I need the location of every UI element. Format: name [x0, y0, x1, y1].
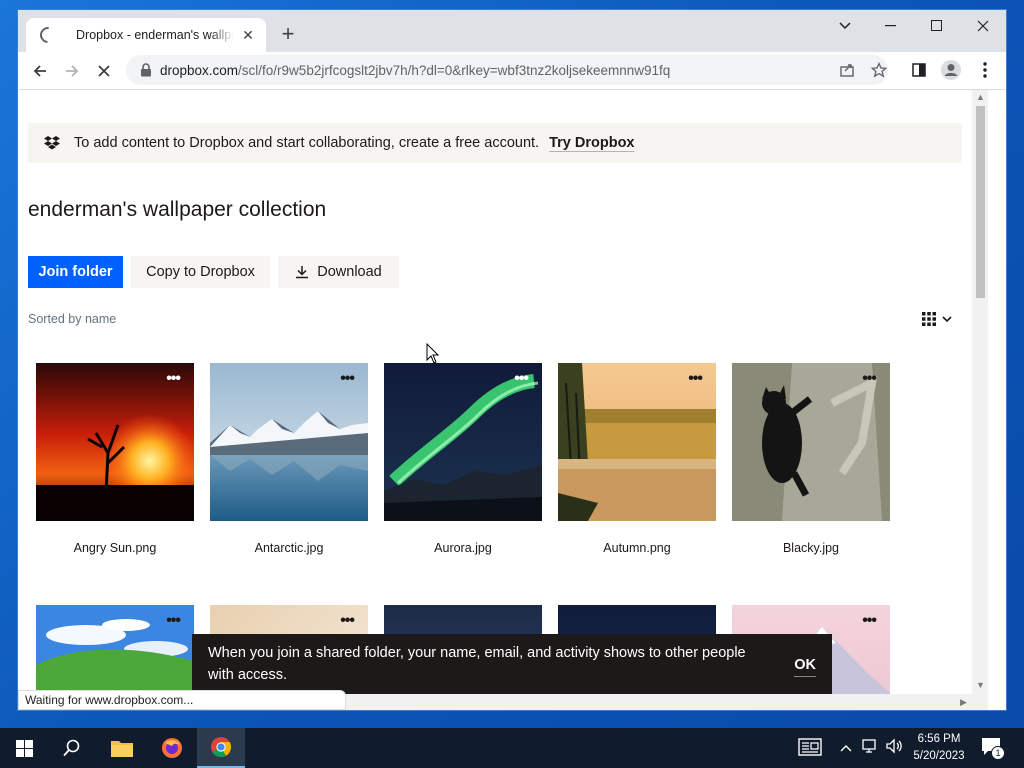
file-card-autumn[interactable]: ••• Autumn.png	[558, 363, 716, 555]
file-card-bliss[interactable]: •••	[36, 605, 194, 694]
tab-strip: Dropbox - enderman's wallpaper collectio…	[18, 10, 1006, 52]
search-icon	[63, 739, 80, 757]
network-icon[interactable]	[862, 738, 880, 757]
file-name[interactable]: Autumn.png	[558, 541, 716, 555]
clock-time: 6:56 PM	[917, 733, 961, 745]
file-name[interactable]: Aurora.jpg	[384, 541, 542, 555]
file-name[interactable]: Antarctic.jpg	[210, 541, 368, 555]
taskbar: 6:56 PM 5/20/2023 1	[0, 728, 1024, 768]
scroll-right-icon[interactable]: ▶	[960, 697, 967, 708]
address-bar[interactable]: dropbox.com/scl/fo/r9w5b2jrfcogslt2jbv7h…	[126, 55, 888, 85]
share-icon[interactable]	[838, 62, 856, 80]
maximize-icon[interactable]	[914, 10, 960, 42]
file-name[interactable]: Angry Sun.png	[36, 541, 194, 555]
file-thumbnail[interactable]: •••	[210, 363, 368, 521]
shared-folder-toast: When you join a shared folder, your name…	[192, 634, 832, 694]
tab-close-icon[interactable]: ✕	[240, 27, 256, 44]
bookmark-star-icon[interactable]	[870, 61, 888, 80]
news-widget-icon[interactable]	[798, 738, 822, 759]
sort-label[interactable]: Sorted by name	[28, 312, 116, 326]
chrome-app[interactable]	[197, 728, 245, 768]
page-content: To add content to Dropbox and start coll…	[18, 90, 972, 694]
toast-message: When you join a shared folder, your name…	[208, 645, 746, 683]
download-label: Download	[317, 264, 382, 280]
notification-center-icon[interactable]: 1	[980, 736, 1006, 760]
mouse-cursor	[426, 342, 440, 365]
lock-icon	[140, 63, 152, 77]
file-name[interactable]: Blacky.jpg	[732, 541, 890, 555]
copy-to-dropbox-button[interactable]: Copy to Dropbox	[131, 256, 270, 288]
side-panel-icon[interactable]	[904, 55, 934, 85]
signup-banner: To add content to Dropbox and start coll…	[28, 123, 962, 163]
new-tab-button[interactable]: +	[276, 22, 300, 46]
loading-spinner-icon	[36, 23, 60, 47]
chevron-down-icon	[942, 315, 952, 322]
chrome-icon	[211, 737, 232, 758]
tab-dropbox[interactable]: Dropbox - enderman's wallpaper collectio…	[26, 18, 266, 52]
toast-ok-button[interactable]: OK	[794, 654, 816, 677]
page-title: enderman's wallpaper collection	[28, 198, 327, 221]
file-card-aurora[interactable]: ••• Aurora.jpg	[384, 363, 542, 555]
file-thumbnail[interactable]: •••	[384, 363, 542, 521]
file-thumbnail[interactable]: •••	[36, 363, 194, 521]
clock-date: 5/20/2023	[913, 750, 965, 762]
scroll-down-icon[interactable]: ▼	[976, 680, 985, 690]
download-icon	[296, 266, 309, 279]
tab-search-icon[interactable]	[822, 10, 868, 42]
status-bubble: Waiting for www.dropbox.com...	[18, 690, 346, 710]
file-card-antarctic[interactable]: ••• Antarctic.jpg	[210, 363, 368, 555]
stop-loading-icon[interactable]	[88, 55, 120, 87]
folder-icon	[111, 741, 133, 757]
browser-window: Dropbox - enderman's wallpaper collectio…	[18, 10, 1006, 710]
try-dropbox-link[interactable]: Try Dropbox	[549, 135, 634, 151]
more-options-icon[interactable]: •••	[340, 613, 355, 629]
volume-icon[interactable]	[886, 738, 904, 757]
notification-count-badge: 1	[991, 746, 1005, 760]
more-options-icon[interactable]: •••	[166, 371, 181, 387]
back-icon[interactable]	[24, 55, 56, 87]
more-options-icon[interactable]: •••	[166, 613, 181, 629]
minimize-icon[interactable]	[868, 10, 914, 42]
vertical-scrollbar[interactable]: ▲ ▼	[972, 90, 988, 694]
start-button[interactable]	[0, 728, 48, 768]
file-thumbnail[interactable]: •••	[732, 363, 890, 521]
close-window-icon[interactable]	[960, 10, 1006, 42]
file-explorer-app[interactable]	[98, 728, 146, 768]
grid-view-icon	[922, 312, 936, 326]
view-toggle[interactable]	[922, 310, 958, 328]
browser-menu-icon[interactable]	[970, 55, 1000, 85]
tray-chevron-up-icon[interactable]	[840, 740, 852, 755]
forward-icon[interactable]	[56, 55, 88, 87]
file-thumbnail[interactable]: •••	[558, 363, 716, 521]
download-button[interactable]: Download	[278, 256, 399, 288]
firefox-app[interactable]	[148, 728, 196, 768]
firefox-icon	[162, 738, 182, 758]
more-options-icon[interactable]: •••	[340, 371, 355, 387]
search-button[interactable]	[48, 728, 96, 768]
system-clock[interactable]: 6:56 PM 5/20/2023	[904, 731, 974, 765]
file-thumbnail[interactable]: •••	[36, 605, 194, 694]
scroll-up-icon[interactable]: ▲	[976, 92, 985, 102]
browser-toolbar: dropbox.com/scl/fo/r9w5b2jrfcogslt2jbv7h…	[18, 52, 1006, 90]
file-card-angry-sun[interactable]: ••• Angry Sun.png	[36, 363, 194, 555]
more-options-icon[interactable]: •••	[514, 371, 529, 387]
windows-logo-icon	[15, 739, 33, 757]
join-folder-button[interactable]: Join folder	[28, 256, 123, 288]
file-card-blacky[interactable]: ••• Blacky.jpg	[732, 363, 890, 555]
url-text: dropbox.com/scl/fo/r9w5b2jrfcogslt2jbv7h…	[160, 62, 671, 78]
tab-title: Dropbox - enderman's wallpaper collectio…	[76, 28, 234, 42]
profile-avatar-icon[interactable]	[936, 55, 966, 85]
dropbox-logo-icon	[44, 136, 60, 150]
more-options-icon[interactable]: •••	[862, 613, 877, 629]
scrollbar-thumb[interactable]	[976, 106, 985, 298]
more-options-icon[interactable]: •••	[688, 371, 703, 387]
more-options-icon[interactable]: •••	[862, 371, 877, 387]
banner-text: To add content to Dropbox and start coll…	[74, 135, 540, 151]
